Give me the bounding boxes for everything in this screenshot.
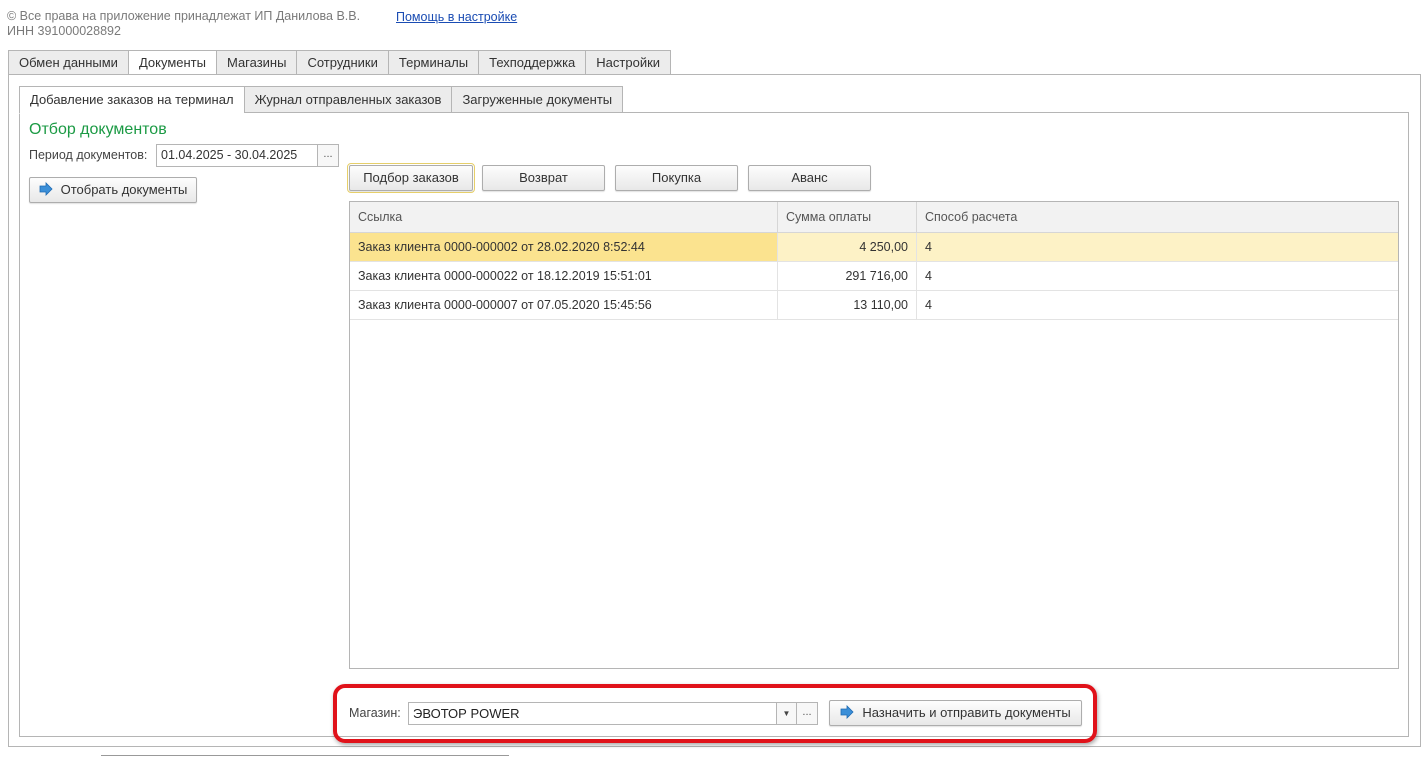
cell-method: 4 <box>925 298 932 312</box>
table-header: Ссылка Сумма оплаты Способ расчета <box>350 202 1398 233</box>
assign-and-send-label: Назначить и отправить документы <box>862 705 1071 720</box>
arrow-right-icon <box>840 705 854 719</box>
store-dropdown-button[interactable]: ▼ <box>776 702 797 725</box>
tab-stores[interactable]: Магазины <box>215 50 297 75</box>
orders-table: Ссылка Сумма оплаты Способ расчета Заказ… <box>349 201 1399 669</box>
advance-button[interactable]: Аванс <box>748 165 871 191</box>
period-input[interactable]: 01.04.2025 - 30.04.2025 <box>156 144 318 167</box>
inner-tab-bar: Добавление заказов на терминал Журнал от… <box>19 86 624 114</box>
assign-and-send-button[interactable]: Назначить и отправить документы <box>829 700 1082 726</box>
copyright-line: © Все права на приложение принадлежат ИП… <box>7 9 361 23</box>
tab-exchange[interactable]: Обмен данными <box>8 50 128 75</box>
cell-link: Заказ клиента 0000-000022 от 18.12.2019 … <box>350 262 778 290</box>
table-row[interactable]: Заказ клиента 0000-000002 от 28.02.2020 … <box>350 233 1398 262</box>
tab-support[interactable]: Техподдержка <box>478 50 586 75</box>
divider <box>101 755 509 756</box>
inn-line: ИНН 391000028892 <box>7 24 121 38</box>
store-choose-button[interactable]: ... <box>796 702 818 725</box>
cell-sum: 13 110,00 <box>778 291 917 319</box>
tab-loaded-documents[interactable]: Загруженные документы <box>451 86 624 113</box>
cell-method: 4 <box>917 233 1398 261</box>
filter-title: Отбор документов <box>29 121 167 138</box>
help-link[interactable]: Помощь в настройке <box>396 10 517 24</box>
select-documents-button[interactable]: Отобрать документы <box>29 177 197 203</box>
tab-terminals[interactable]: Терминалы <box>387 50 479 75</box>
store-input[interactable]: ЭВОТОР POWER <box>408 702 777 725</box>
tab-sent-orders-log[interactable]: Журнал отправленных заказов <box>243 86 452 113</box>
column-header-sum[interactable]: Сумма оплаты <box>778 202 917 232</box>
return-button[interactable]: Возврат <box>482 165 605 191</box>
store-label: Магазин: <box>349 706 401 720</box>
copyright-text: © Все права на приложение принадлежат ИП… <box>7 9 360 39</box>
period-choose-button[interactable]: ... <box>317 144 339 167</box>
table-row[interactable]: Заказ клиента 0000-000022 от 18.12.2019 … <box>350 262 1398 291</box>
period-label: Период документов: <box>29 148 148 162</box>
purchase-button[interactable]: Покупка <box>615 165 738 191</box>
cell-sum: 4 250,00 <box>778 233 917 261</box>
select-documents-label: Отобрать документы <box>60 182 188 197</box>
table-row[interactable]: Заказ клиента 0000-000007 от 07.05.2020 … <box>350 291 1398 320</box>
cell-sum: 291 716,00 <box>778 262 917 290</box>
cell-method: 4 <box>925 269 932 283</box>
cell-link: Заказ клиента 0000-000007 от 07.05.2020 … <box>350 291 778 319</box>
tab-settings[interactable]: Настройки <box>585 50 672 75</box>
order-selection-button[interactable]: Подбор заказов <box>347 163 475 193</box>
tab-employees[interactable]: Сотрудники <box>296 50 388 75</box>
top-tab-bar: Обмен данными Документы Магазины Сотрудн… <box>8 50 672 76</box>
arrow-right-icon <box>39 182 53 196</box>
cell-link: Заказ клиента 0000-000002 от 28.02.2020 … <box>350 233 778 261</box>
chevron-down-icon: ▼ <box>782 709 791 718</box>
tab-documents[interactable]: Документы <box>127 50 216 76</box>
column-header-method[interactable]: Способ расчета <box>917 202 1398 232</box>
column-header-link[interactable]: Ссылка <box>350 202 778 232</box>
tab-add-orders[interactable]: Добавление заказов на терминал <box>19 86 244 114</box>
